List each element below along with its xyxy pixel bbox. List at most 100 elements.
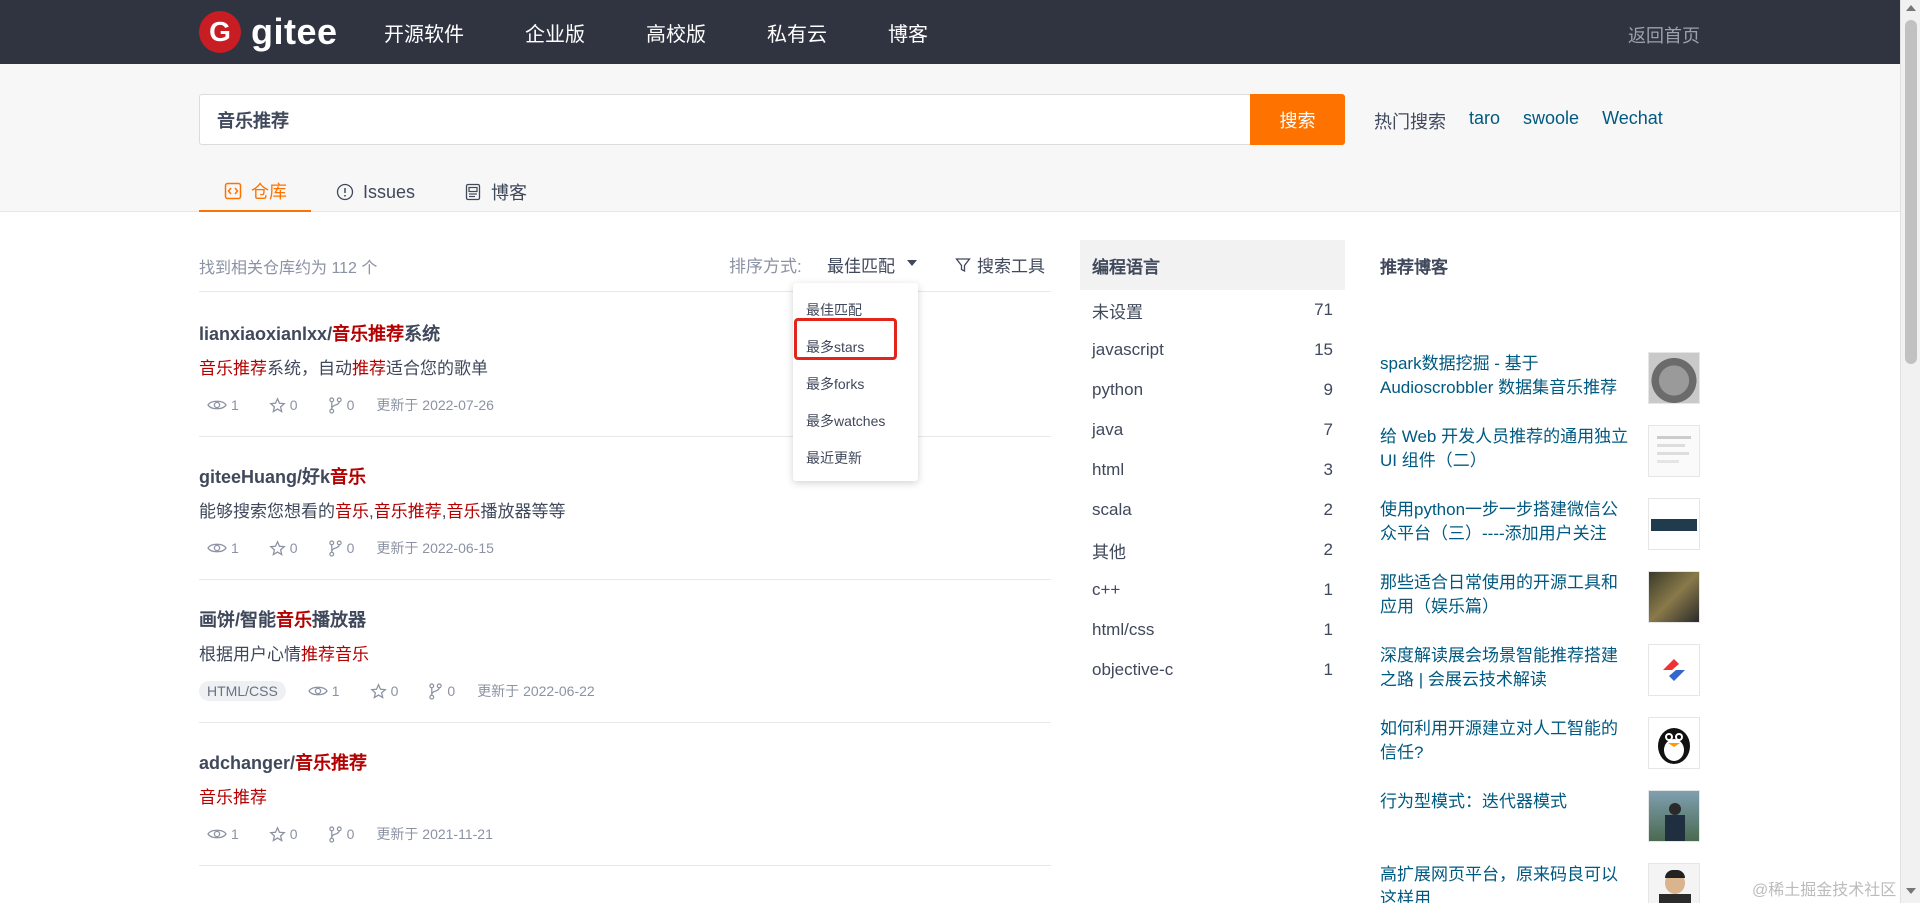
watch-count: 1 bbox=[207, 826, 239, 842]
keyword-highlight: 音乐 bbox=[276, 610, 313, 630]
tab-issues[interactable]: Issues bbox=[311, 172, 439, 212]
tab-blog[interactable]: 博客 bbox=[439, 172, 551, 212]
blog-thumbnail[interactable] bbox=[1648, 717, 1700, 769]
count-value: 1 bbox=[331, 683, 340, 699]
language-tag[interactable]: HTML/CSS bbox=[199, 681, 286, 701]
count-value: 1 bbox=[231, 397, 239, 413]
top-nav-bar: G gitee 开源软件 企业版 高校版 私有云 博客 返回首页 bbox=[0, 0, 1900, 64]
text-fragment: 播放器等等 bbox=[480, 502, 566, 521]
repo-title-link[interactable]: 画饼/智能音乐播放器 bbox=[199, 606, 1051, 632]
repo-item: giteeHuang/好k音乐 能够搜索您想看的音乐,音乐推荐,音乐播放器等等 1 0… bbox=[199, 463, 1051, 580]
language-count: 7 bbox=[1323, 420, 1333, 439]
star-count: 0 bbox=[269, 825, 298, 843]
language-panel-title: 编程语言 bbox=[1080, 240, 1345, 290]
blog-item: 给 Web 开发人员推荐的通用独立 UI 组件（二） bbox=[1380, 425, 1700, 485]
language-filter-item[interactable]: objective-c 1 bbox=[1080, 650, 1345, 690]
repo-title-link[interactable]: adchanger/音乐推荐 bbox=[199, 749, 1051, 775]
repo-meta: 1 0 0 更新于 2022-06-15 bbox=[199, 538, 1051, 558]
page-scrollbar[interactable] bbox=[1900, 0, 1920, 903]
chevron-down-icon[interactable] bbox=[907, 260, 917, 266]
blog-title-link[interactable]: 如何利用开源建立对人工智能的信任? bbox=[1380, 717, 1630, 765]
star-icon bbox=[269, 825, 286, 843]
tab-repositories[interactable]: 仓库 bbox=[199, 172, 311, 212]
blog-title-link[interactable]: 行为型模式：迭代器模式 bbox=[1380, 790, 1630, 814]
repo-description: 能够搜索您想看的音乐,音乐推荐,音乐播放器等等 bbox=[199, 497, 1051, 522]
nav-item-enterprise[interactable]: 企业版 bbox=[525, 18, 585, 47]
gitee-logo-icon: G bbox=[199, 11, 241, 53]
hot-search-link[interactable]: taro bbox=[1469, 108, 1500, 134]
blog-thumbnail[interactable] bbox=[1648, 498, 1700, 550]
scrollbar-thumb[interactable] bbox=[1905, 20, 1917, 364]
language-name: java bbox=[1092, 420, 1124, 439]
search-button[interactable]: 搜索 bbox=[1250, 94, 1345, 145]
sort-option-recently-updated[interactable]: 最近更新 bbox=[793, 439, 918, 476]
text-fragment: adchanger/ bbox=[199, 753, 296, 773]
language-filter-item[interactable]: python 9 bbox=[1080, 370, 1345, 410]
sort-option-most-watches[interactable]: 最多watches bbox=[793, 402, 918, 439]
blog-item: 高扩展网页平台，原来码良可以这样用 bbox=[1380, 863, 1700, 903]
blog-thumbnail[interactable] bbox=[1648, 352, 1700, 404]
scroll-down-icon[interactable] bbox=[1906, 888, 1916, 894]
language-filter-item[interactable]: java 7 bbox=[1080, 410, 1345, 450]
blog-thumbnail[interactable] bbox=[1648, 863, 1700, 903]
blog-icon bbox=[463, 182, 483, 202]
updated-time: 更新于 2022-06-22 bbox=[477, 683, 595, 699]
language-filter-item[interactable]: html/css 1 bbox=[1080, 610, 1345, 650]
blog-thumbnail[interactable] bbox=[1648, 425, 1700, 477]
main-nav: 开源软件 企业版 高校版 私有云 博客 bbox=[384, 0, 989, 64]
issue-icon bbox=[335, 182, 355, 202]
blog-title-link[interactable]: 使用python一步一步搭建微信公众平台（三）----添加用户关注 bbox=[1380, 498, 1630, 546]
count-value: 0 bbox=[289, 826, 298, 842]
result-tabs: 仓库 Issues 博客 bbox=[199, 172, 551, 212]
language-count: 1 bbox=[1323, 660, 1333, 679]
hot-search-link[interactable]: Wechat bbox=[1602, 108, 1663, 134]
tab-label: Issues bbox=[363, 181, 416, 202]
sort-select[interactable]: 最佳匹配 bbox=[827, 252, 895, 277]
count-value: 0 bbox=[447, 683, 456, 699]
blog-thumbnail[interactable] bbox=[1648, 571, 1700, 623]
nav-item-open-source[interactable]: 开源软件 bbox=[384, 18, 464, 47]
blog-thumbnail[interactable] bbox=[1648, 644, 1700, 696]
sort-option-most-forks[interactable]: 最多forks bbox=[793, 365, 918, 402]
blog-title-link[interactable]: 深度解读展会场景智能推荐搭建之路 | 会展云技术解读 bbox=[1380, 644, 1630, 692]
blog-title-link[interactable]: spark数据挖掘 - 基于 Audioscrobbler 数据集音乐推荐 bbox=[1380, 352, 1630, 400]
language-list: 未设置 71 javascript 15 python 9 java 7 html 3 scala 2… bbox=[1080, 290, 1345, 690]
repo-title-link[interactable]: lianxiaoxianlxx/音乐推荐系统 bbox=[199, 320, 1051, 346]
language-filter-item[interactable]: scala 2 bbox=[1080, 490, 1345, 530]
language-filter-item[interactable]: html 3 bbox=[1080, 450, 1345, 490]
nav-item-blog[interactable]: 博客 bbox=[888, 18, 928, 47]
fork-icon bbox=[328, 396, 343, 414]
scroll-up-icon[interactable] bbox=[1906, 5, 1916, 11]
keyword-highlight: 音乐 bbox=[330, 467, 367, 487]
language-filter-item[interactable]: javascript 15 bbox=[1080, 330, 1345, 370]
star-count: 0 bbox=[269, 539, 298, 557]
blog-title-link[interactable]: 高扩展网页平台，原来码良可以这样用 bbox=[1380, 863, 1630, 903]
text-fragment: 系统，自动 bbox=[267, 359, 352, 378]
back-home-link[interactable]: 返回首页 bbox=[1628, 22, 1700, 48]
hot-search-link[interactable]: swoole bbox=[1523, 108, 1579, 134]
gitee-logo[interactable]: G gitee bbox=[199, 11, 338, 53]
star-count: 0 bbox=[369, 682, 398, 700]
count-value: 0 bbox=[289, 397, 298, 413]
watch-count: 1 bbox=[308, 683, 340, 699]
nav-item-private-cloud[interactable]: 私有云 bbox=[767, 18, 827, 47]
text-fragment: 适合您的歌单 bbox=[386, 359, 488, 378]
language-count: 1 bbox=[1323, 620, 1333, 639]
nav-item-education[interactable]: 高校版 bbox=[646, 18, 706, 47]
search-tools-button[interactable]: 搜索工具 bbox=[955, 252, 1045, 277]
blog-item: 深度解读展会场景智能推荐搭建之路 | 会展云技术解读 bbox=[1380, 644, 1700, 704]
blog-title-link[interactable]: 给 Web 开发人员推荐的通用独立 UI 组件（二） bbox=[1380, 425, 1630, 473]
language-filter-item[interactable]: 未设置 71 bbox=[1080, 290, 1345, 330]
repo-title-link[interactable]: giteeHuang/好k音乐 bbox=[199, 463, 1051, 489]
language-filter-item[interactable]: c++ 1 bbox=[1080, 570, 1345, 610]
language-name: html bbox=[1092, 460, 1125, 479]
language-count: 1 bbox=[1323, 580, 1333, 599]
star-icon bbox=[369, 682, 387, 700]
blog-thumbnail[interactable] bbox=[1648, 790, 1700, 842]
language-filter-item[interactable]: 其他 2 bbox=[1080, 530, 1345, 570]
language-name: html/css bbox=[1092, 620, 1155, 639]
search-input[interactable] bbox=[199, 94, 1251, 145]
keyword-highlight: 推荐音乐 bbox=[301, 645, 369, 664]
blog-item: 那些适合日常使用的开源工具和应用（娱乐篇） bbox=[1380, 571, 1700, 631]
blog-title-link[interactable]: 那些适合日常使用的开源工具和应用（娱乐篇） bbox=[1380, 571, 1630, 619]
